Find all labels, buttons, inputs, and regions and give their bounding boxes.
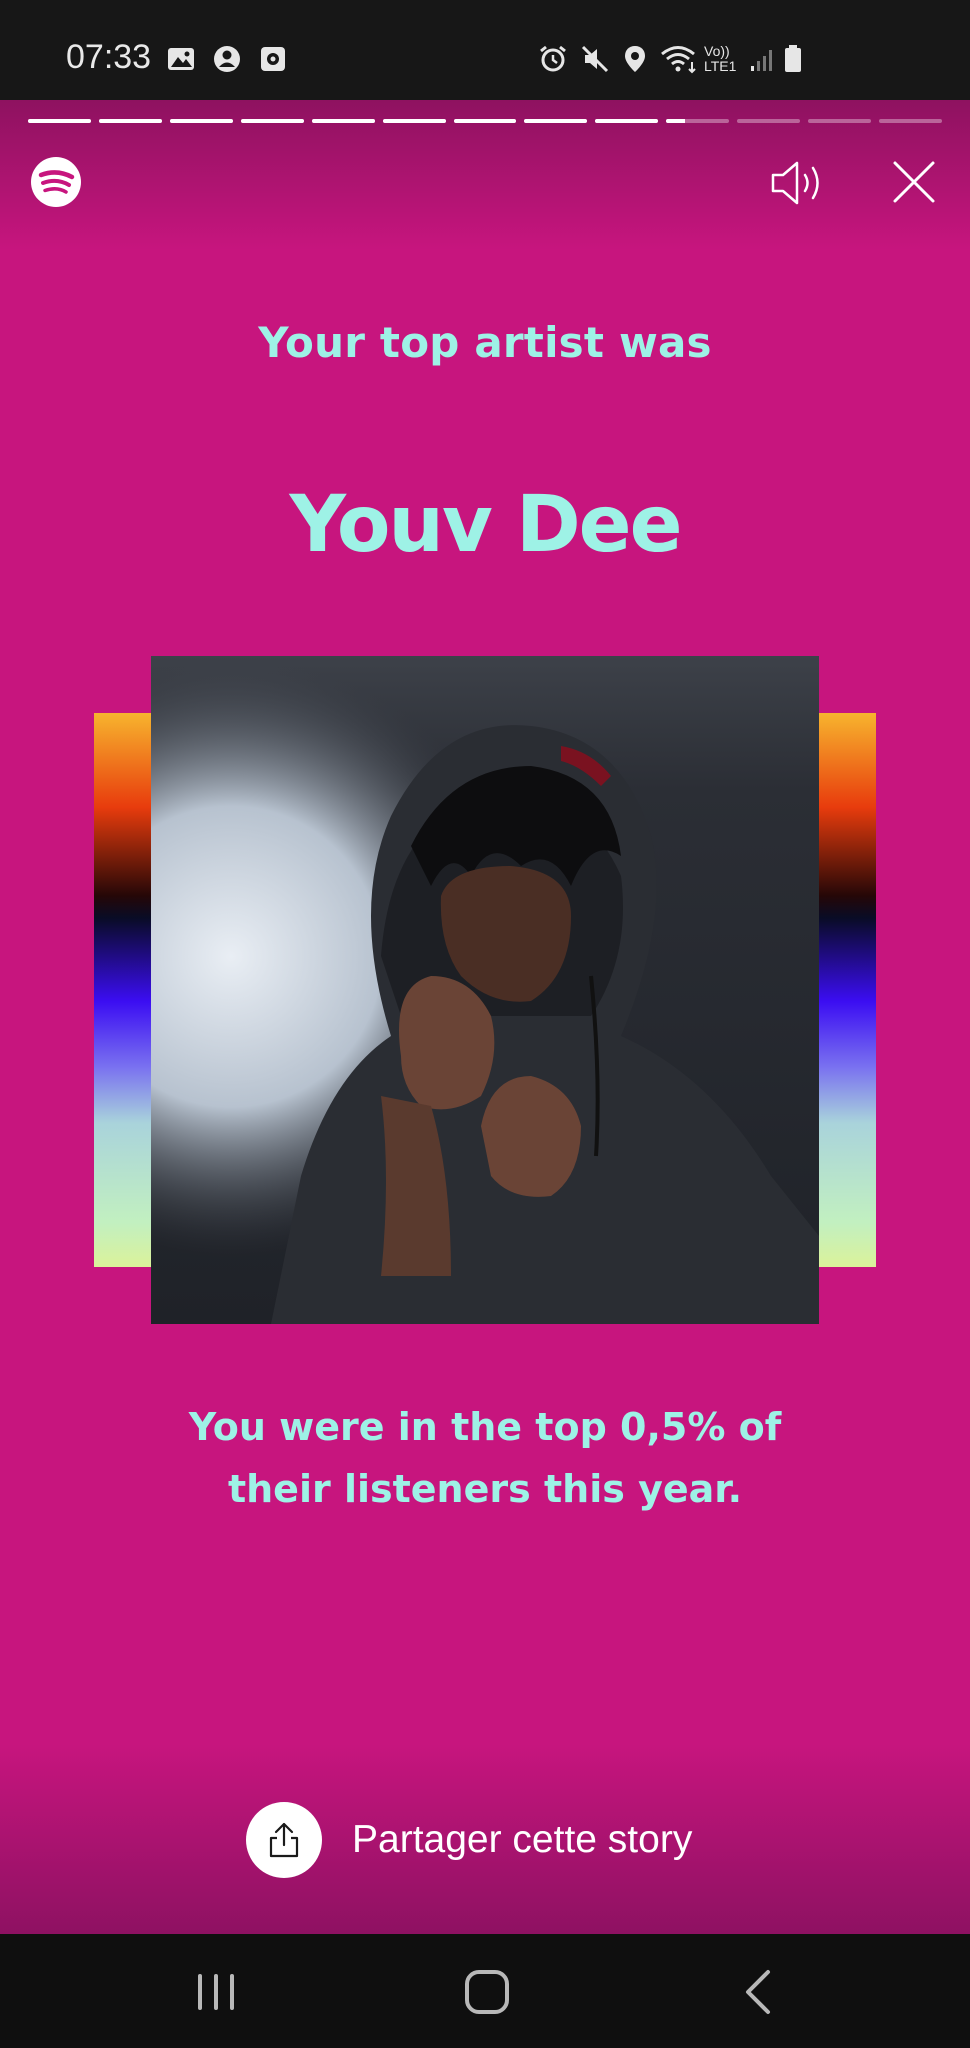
navigation-bar xyxy=(0,1934,970,2048)
progress-segment xyxy=(879,119,942,123)
artist-photo xyxy=(151,656,819,1324)
battery-icon xyxy=(785,45,801,72)
gallery-icon xyxy=(168,48,194,70)
gradient-bar-right xyxy=(818,713,876,1267)
mute-icon xyxy=(581,45,609,73)
signal-icon xyxy=(751,50,772,71)
recent-apps-icon[interactable] xyxy=(186,1964,246,2020)
progress-segment xyxy=(98,119,162,123)
progress-segment xyxy=(240,119,304,123)
share-icon[interactable] xyxy=(246,1802,322,1878)
artist-name: Youv Dee xyxy=(289,480,683,570)
spotify-logo-icon xyxy=(31,157,81,207)
back-icon[interactable] xyxy=(728,1964,788,2020)
alarm-icon xyxy=(540,45,566,72)
progress-segment xyxy=(808,119,872,123)
progress-segment xyxy=(524,119,588,123)
story-card[interactable]: Your top artist was Youv Dee You were in… xyxy=(0,100,970,1934)
progress-segment xyxy=(453,119,517,123)
progress-segment xyxy=(382,119,446,123)
account-icon xyxy=(214,46,240,72)
close-icon[interactable] xyxy=(890,158,938,206)
progress-segment xyxy=(737,119,801,123)
home-icon[interactable] xyxy=(457,1964,517,2020)
wifi-icon xyxy=(661,46,696,74)
progress-segment xyxy=(595,119,659,123)
story-progress-bar xyxy=(28,119,942,125)
progress-segment xyxy=(28,119,91,123)
story-heading: Your top artist was xyxy=(258,318,712,367)
screenshot-icon xyxy=(261,47,285,71)
progress-segment xyxy=(666,119,730,123)
progress-segment xyxy=(169,119,233,123)
progress-segment xyxy=(311,119,375,123)
status-time: 07:33 xyxy=(66,38,152,76)
volume-icon[interactable] xyxy=(770,158,828,208)
stat-text: You were in the top 0,5% of their listen… xyxy=(188,1405,782,1511)
gradient-bar-left xyxy=(94,713,152,1267)
share-label: Partager cette story xyxy=(352,1818,693,1861)
status-bar: 07:33 Vo)) LTE1 xyxy=(0,0,970,100)
location-icon xyxy=(625,46,645,72)
volte-icon: Vo)) LTE1 xyxy=(704,43,737,74)
share-story-button[interactable]: Partager cette story xyxy=(246,1802,692,1878)
